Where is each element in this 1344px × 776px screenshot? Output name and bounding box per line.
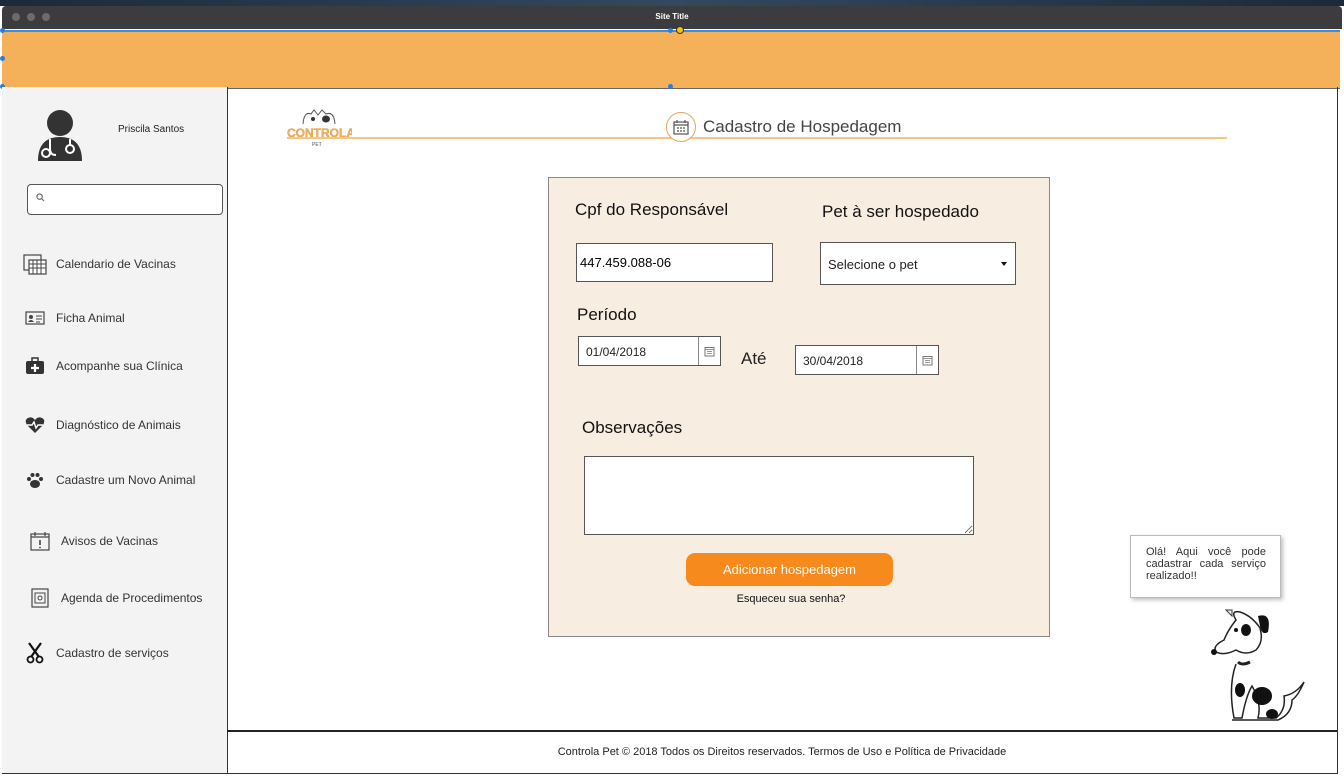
add-hospedagem-button[interactable]: Adicionar hospedagem — [686, 553, 893, 586]
pet-select-value: Selecione o pet — [828, 257, 918, 272]
dog-mascot-icon — [1211, 606, 1305, 721]
svg-text:PET: PET — [312, 142, 322, 148]
footer-text: Controla Pet © 2018 Todos os Direitos re… — [557, 746, 1007, 758]
sidebar-item-label: Cadastre um Novo Animal — [56, 473, 196, 487]
veterinarian-icon — [38, 110, 82, 161]
sidebar-item-label: Diagnóstico de Animais — [56, 418, 181, 432]
sidebar-item-label: Calendario de Vacinas — [56, 257, 176, 271]
mascot-speech-bubble: Olá! Aqui você pode cadastrar cada servi… — [1130, 535, 1281, 598]
sidebar-item-avisos-vacinas[interactable]: Avisos de Vacinas — [27, 528, 158, 554]
medical-kit-icon — [22, 353, 48, 379]
sidebar-item-diagnostico-animais[interactable]: Diagnóstico de Animais — [22, 412, 181, 438]
sidebar-item-cadastre-novo-animal[interactable]: Cadastre um Novo Animal — [22, 467, 195, 493]
scissors-icon — [22, 640, 48, 666]
sidebar-item-ficha-animal[interactable]: Ficha Animal — [22, 305, 125, 331]
sidebar-item-calendario-vacinas[interactable]: Calendario de Vacinas — [22, 251, 176, 277]
page-title: Cadastro de Hospedagem — [703, 117, 902, 136]
sidebar-item-label: Acompanhe sua Clínica — [56, 359, 183, 373]
search-icon — [36, 193, 45, 202]
calendar-alert-icon — [27, 528, 53, 554]
heartbeat-icon — [22, 412, 48, 438]
calendar-grid-icon — [22, 251, 48, 277]
rotate-handle[interactable] — [676, 26, 684, 34]
header-divider — [287, 137, 1227, 139]
sidebar-item-cadastro-servicos[interactable]: Cadastro de serviços — [22, 640, 169, 666]
search-input[interactable] — [52, 190, 216, 210]
sidebar-item-label: Avisos de Vacinas — [61, 534, 158, 548]
end-date-field[interactable]: 30/04/2018 — [795, 345, 939, 375]
date-picker-button[interactable] — [698, 337, 720, 365]
resize-handle[interactable] — [0, 28, 5, 33]
start-date-value: 01/04/2018 — [586, 345, 647, 359]
resize-handle[interactable] — [0, 56, 5, 61]
date-picker-button[interactable] — [916, 346, 938, 374]
search-box[interactable] — [27, 184, 223, 215]
observacoes-label: Observações — [582, 418, 683, 437]
controla-pet-logo: CONTROLA PET — [286, 109, 355, 154]
sidebar-item-label: Ficha Animal — [56, 311, 125, 325]
chevron-down-icon — [1001, 262, 1007, 266]
pet-label: Pet à ser hospedado — [822, 202, 979, 221]
cpf-field[interactable] — [576, 243, 773, 282]
sidebar-item-acompanhe-clinica[interactable]: Acompanhe sua Clínica — [22, 353, 183, 379]
id-card-icon — [22, 305, 48, 331]
cpf-label: Cpf do Responsável — [575, 200, 729, 219]
pet-select[interactable]: Selecione o pet — [820, 242, 1016, 285]
calendar-icon — [922, 355, 933, 365]
observacoes-textarea[interactable] — [584, 456, 974, 535]
end-date-value: 30/04/2018 — [803, 354, 864, 368]
header-banner — [2, 30, 1340, 89]
sidebar: Priscila Santos Calendario de Vacinas Fi… — [2, 87, 228, 773]
window-title: Site Title — [655, 12, 689, 21]
sidebar-item-label: Cadastro de serviços — [56, 646, 169, 660]
start-date-field[interactable]: 01/04/2018 — [578, 336, 721, 366]
mascot-message: Olá! Aqui você pode cadastrar cada servi… — [1146, 546, 1266, 582]
paw-icon — [22, 467, 48, 493]
user-name: Priscila Santos — [118, 124, 185, 135]
calendar-icon — [666, 112, 696, 142]
avatar — [36, 109, 84, 166]
until-label: Até — [741, 349, 767, 368]
periodo-label: Período — [577, 305, 637, 324]
footer-divider — [227, 730, 1337, 732]
resize-handle[interactable] — [668, 28, 673, 33]
window-titlebar: Site Title — [2, 6, 1342, 29]
calendar-icon — [704, 346, 715, 356]
